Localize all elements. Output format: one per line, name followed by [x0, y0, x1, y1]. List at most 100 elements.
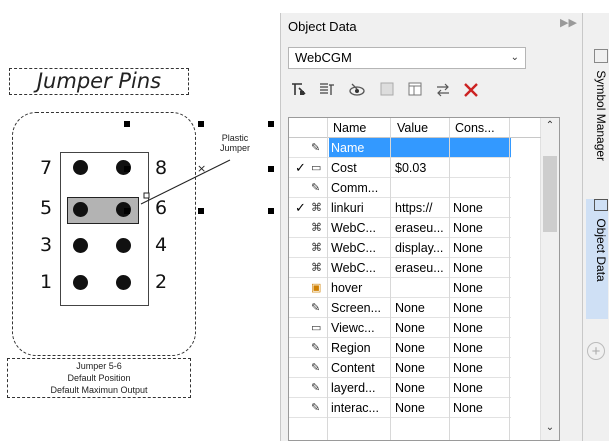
drawing-canvas[interactable]: Jumper Pins 7 8 5 6 3 4 1 2 × Plastic Ju…: [0, 0, 278, 441]
hover-icon: ▣: [311, 282, 322, 294]
cell-constraint[interactable]: [449, 138, 511, 158]
cell-constraint[interactable]: None: [449, 298, 511, 318]
cell-name[interactable]: WebC...: [329, 258, 391, 278]
field-icon: ✎: [311, 342, 321, 354]
cell-constraint[interactable]: None: [449, 378, 511, 398]
db-icon: ▭: [311, 162, 322, 174]
plastic-label-line2: Jumper: [219, 143, 250, 153]
column-divider: [449, 118, 450, 440]
add-docker-button[interactable]: +: [587, 342, 605, 360]
cell-name[interactable]: Name: [329, 138, 391, 158]
tab-object-data[interactable]: Object Data: [586, 199, 608, 319]
vertical-scrollbar[interactable]: ⌃ ⌄: [540, 118, 559, 440]
cell-name[interactable]: Comm...: [329, 178, 391, 198]
link-icon: ⌘: [311, 202, 322, 214]
scroll-thumb[interactable]: [543, 156, 557, 232]
row-check[interactable]: [295, 378, 309, 398]
field-icon: ✎: [311, 382, 321, 394]
link-icon: ⌘: [311, 262, 322, 274]
cell-name[interactable]: Region: [329, 338, 391, 358]
chevron-down-icon: ⌄: [510, 52, 519, 63]
cell-constraint[interactable]: None: [449, 278, 511, 298]
format-data-icon[interactable]: [317, 81, 337, 101]
row-check[interactable]: [295, 398, 309, 418]
collapse-icon[interactable]: ▶▶: [560, 17, 577, 29]
column-divider: [509, 118, 510, 440]
field-editor-icon[interactable]: [289, 81, 309, 101]
cell-name[interactable]: Content: [329, 358, 391, 378]
row-check[interactable]: [295, 218, 309, 238]
caption-line-2: Default Position: [67, 373, 131, 383]
row-check[interactable]: [295, 238, 309, 258]
row-check[interactable]: [295, 298, 309, 318]
table-icon[interactable]: [405, 81, 425, 101]
cell-value[interactable]: [391, 178, 453, 198]
link-icon: ⌘: [311, 242, 322, 254]
panel-title: Object Data: [288, 19, 357, 34]
cell-constraint[interactable]: None: [449, 338, 511, 358]
cell-name[interactable]: WebC...: [329, 238, 391, 258]
plastic-label-line1: Plastic: [221, 133, 249, 143]
row-check[interactable]: [295, 318, 309, 338]
symbol-manager-icon: [594, 49, 608, 63]
cell-name[interactable]: hover: [329, 278, 391, 298]
show-icon[interactable]: [347, 81, 367, 101]
caption-line-3: Default Maximun Output: [50, 385, 148, 395]
row-check[interactable]: [295, 278, 309, 298]
cell-value[interactable]: eraseu...: [391, 218, 453, 238]
cell-value[interactable]: None: [391, 378, 453, 398]
row-check[interactable]: [295, 338, 309, 358]
swap-icon[interactable]: [433, 81, 453, 101]
cell-value[interactable]: None: [391, 338, 453, 358]
cell-value[interactable]: display...: [391, 238, 453, 258]
cell-name[interactable]: interac...: [329, 398, 391, 418]
cell-value[interactable]: None: [391, 318, 453, 338]
field-icon: ✎: [311, 362, 321, 374]
row-check[interactable]: [295, 138, 309, 158]
cell-constraint[interactable]: None: [449, 318, 511, 338]
tab-symbol-manager[interactable]: Symbol Manager: [586, 49, 608, 189]
scroll-up-icon[interactable]: ⌃: [541, 120, 559, 131]
field-icon: ✎: [311, 402, 321, 414]
cell-constraint[interactable]: None: [449, 358, 511, 378]
grid-icon[interactable]: [377, 81, 397, 101]
cell-value[interactable]: [391, 138, 453, 158]
row-check[interactable]: [295, 258, 309, 278]
cell-value[interactable]: None: [391, 398, 453, 418]
row-divider: [289, 417, 511, 418]
cell-value[interactable]: $0.03: [391, 158, 453, 178]
cell-name[interactable]: Cost: [329, 158, 391, 178]
cell-constraint[interactable]: [449, 178, 511, 198]
cell-name[interactable]: Screen...: [329, 298, 391, 318]
cell-name[interactable]: layerd...: [329, 378, 391, 398]
cell-value[interactable]: eraseu...: [391, 258, 453, 278]
cell-constraint[interactable]: None: [449, 198, 511, 218]
column-header-name[interactable]: Name: [333, 118, 389, 138]
row-check[interactable]: ✓: [295, 198, 309, 218]
cell-constraint[interactable]: [449, 158, 511, 178]
row-check[interactable]: [295, 358, 309, 378]
cell-constraint[interactable]: None: [449, 258, 511, 278]
cell-value[interactable]: None: [391, 358, 453, 378]
column-header-cons[interactable]: Cons...: [455, 118, 507, 138]
delete-icon[interactable]: [461, 81, 481, 101]
cell-name[interactable]: linkuri: [329, 198, 391, 218]
row-check[interactable]: ✓: [295, 158, 309, 178]
cell-value[interactable]: https://: [391, 198, 453, 218]
cell-value[interactable]: [391, 278, 453, 298]
cell-name[interactable]: Viewc...: [329, 318, 391, 338]
row-check[interactable]: [295, 178, 309, 198]
cell-name[interactable]: WebC...: [329, 218, 391, 238]
link-icon: ⌘: [311, 222, 322, 234]
cell-constraint[interactable]: None: [449, 398, 511, 418]
column-header-value[interactable]: Value: [397, 118, 447, 138]
svg-text:×: ×: [197, 162, 206, 175]
cell-value[interactable]: None: [391, 298, 453, 318]
data-source-dropdown[interactable]: WebCGM ⌄: [288, 47, 526, 69]
scroll-down-icon[interactable]: ⌄: [541, 422, 559, 433]
object-data-grid[interactable]: Name Value Cons... ✎ Name ✓ ▭ Cost $0.03 ✎ Comm…: [288, 117, 560, 441]
cell-constraint[interactable]: None: [449, 238, 511, 258]
cell-constraint[interactable]: None: [449, 218, 511, 238]
dropdown-value: WebCGM: [295, 50, 352, 65]
field-icon: ✎: [311, 182, 321, 194]
